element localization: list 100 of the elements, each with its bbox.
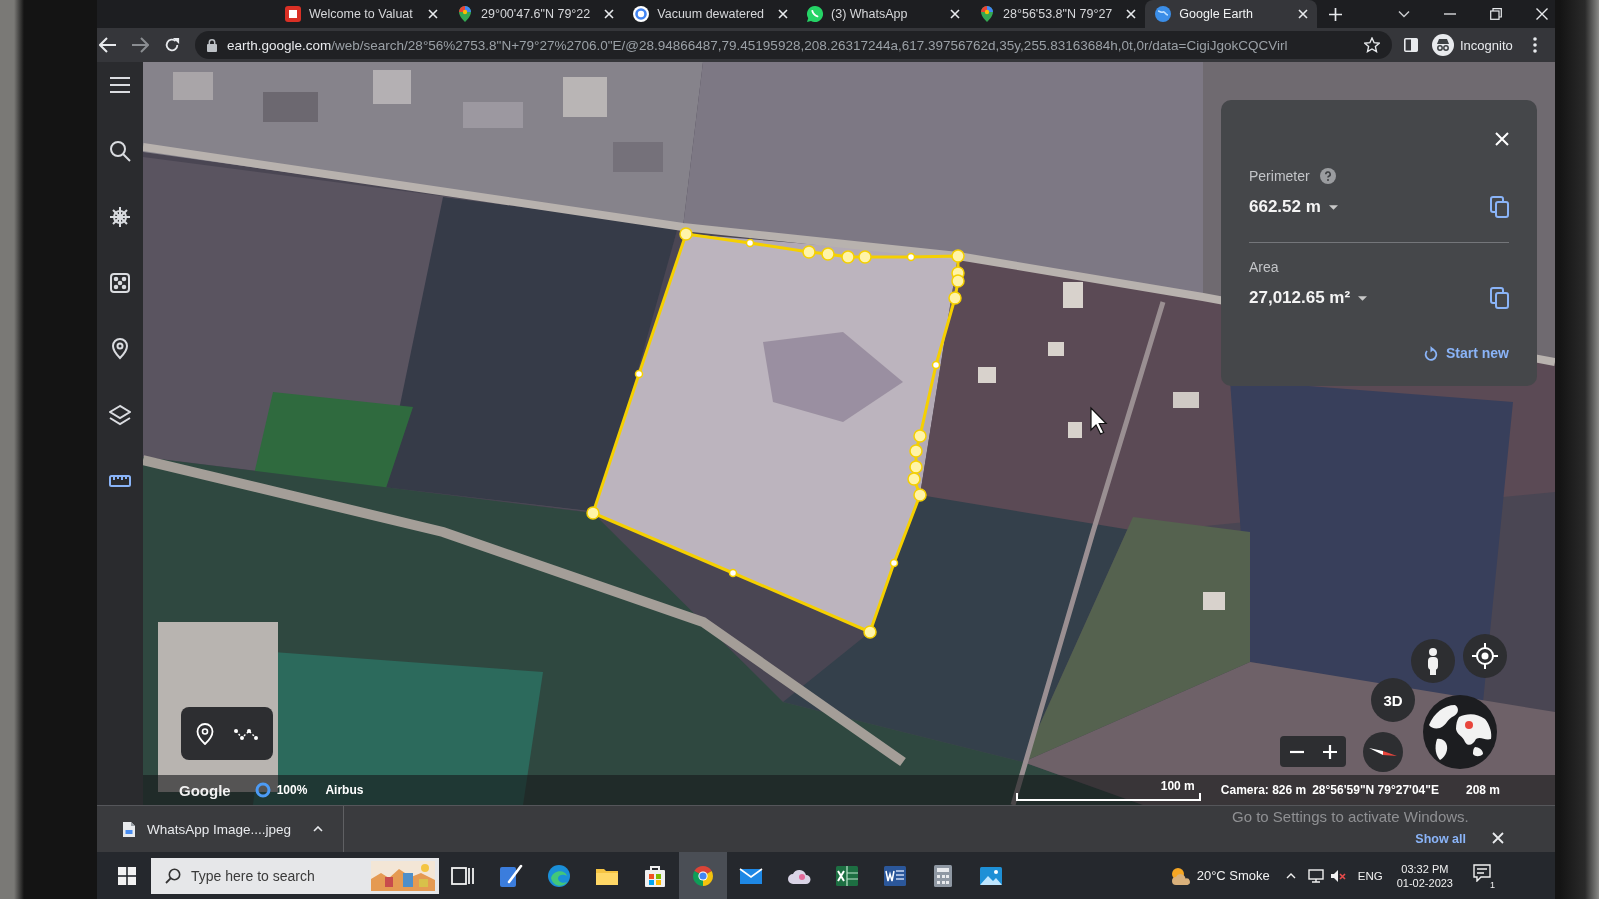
- caret-up-icon[interactable]: [313, 826, 324, 832]
- vertex-handle[interactable]: [951, 249, 965, 263]
- vertex-handle[interactable]: [863, 625, 877, 639]
- midpoint-handle[interactable]: [931, 360, 941, 370]
- building-roof: [1063, 282, 1083, 308]
- scale-label: 100 m: [1160, 779, 1195, 793]
- loading-ring-icon: [254, 782, 271, 798]
- vertex-handle[interactable]: [951, 274, 965, 288]
- vertex-handle[interactable]: [907, 472, 921, 486]
- camera-altitude: Camera: 826 m: [1220, 783, 1307, 797]
- building-roof: [1173, 392, 1199, 408]
- profile-button[interactable]: Incognito: [1432, 34, 1513, 56]
- dice-icon[interactable]: [109, 272, 131, 294]
- weather-text[interactable]: 20°C Smoke: [1196, 868, 1270, 883]
- restore-icon[interactable]: [1490, 8, 1502, 20]
- caret-icon[interactable]: [1358, 295, 1368, 301]
- show-all-button[interactable]: Show all: [1415, 832, 1466, 846]
- chevron-up-icon[interactable]: [1285, 872, 1296, 879]
- speaker-muted-icon[interactable]: [1329, 868, 1346, 883]
- clock-date[interactable]: 01-02-2023: [1396, 875, 1453, 890]
- copy-icon[interactable]: [1490, 196, 1509, 218]
- network-icon[interactable]: [1307, 868, 1324, 883]
- browser-tab[interactable]: Vacuum dewatered: [623, 0, 798, 28]
- address-bar[interactable]: earth.google.com/web/search/28°56%2753.8"N+79°27%2706.0"E/@28.94866487,79.45195928,208.26317244a,617.39756762d,35y,255.83163684h,0t,0r/data=CigiJgokCQCVirl: [195, 31, 1392, 59]
- building-roof: [373, 70, 411, 104]
- close-icon[interactable]: [1492, 832, 1504, 844]
- globe-icon: [1155, 6, 1172, 22]
- file-icon: [123, 821, 135, 837]
- close-icon[interactable]: [604, 9, 615, 19]
- side-panel-icon[interactable]: [1404, 38, 1418, 52]
- map-logo: Google: [179, 781, 231, 799]
- browser-tab[interactable]: Google Earth: [1145, 0, 1318, 28]
- vertex-handle[interactable]: [948, 291, 962, 305]
- midpoint-handle[interactable]: [634, 369, 644, 379]
- midpoint-handle[interactable]: [745, 238, 755, 248]
- globe-icon[interactable]: [1423, 695, 1497, 769]
- perimeter-label: Perimeter: [1249, 168, 1310, 184]
- vertex-handle[interactable]: [858, 250, 872, 264]
- reload-icon[interactable]: [163, 37, 181, 53]
- crosshair-icon[interactable]: [1463, 634, 1507, 678]
- vertex-handle[interactable]: [802, 245, 816, 259]
- search-icon[interactable]: [109, 140, 131, 162]
- lock-icon[interactable]: [207, 38, 217, 52]
- close-icon[interactable]: [778, 9, 789, 19]
- close-icon[interactable]: [950, 9, 961, 19]
- location-pin-icon[interactable]: [196, 722, 214, 745]
- close-icon[interactable]: [1536, 8, 1548, 20]
- midpoint-handle[interactable]: [728, 568, 738, 578]
- compass-icon[interactable]: [1363, 732, 1403, 772]
- vertex-handle[interactable]: [913, 429, 927, 443]
- tile-icon: [285, 6, 301, 22]
- url-text: earth.google.com/web/search/28°56%2753.8"N+79°27%2706.0"E/@28.94866487,79.45195928,208.26317244a,617.39756762d,35y,255.83163684h,0t,0r/data=CigiJgokCQCVirl: [227, 37, 1289, 53]
- perimeter-value: 662.52 m: [1249, 197, 1321, 217]
- camera-coordinates: 28°56'59"N 79°27'04"E: [1312, 783, 1439, 797]
- map-pin-icon[interactable]: [109, 338, 131, 360]
- chevron-down-icon[interactable]: [1398, 8, 1410, 20]
- back-icon[interactable]: [99, 37, 117, 53]
- download-item[interactable]: WhatsApp Image....jpeg: [123, 821, 292, 837]
- menu-icon[interactable]: [109, 74, 131, 96]
- four-panes-icon[interactable]: [118, 866, 136, 885]
- browser-tab[interactable]: 29°00'47.6"N 79°22: [447, 0, 624, 28]
- midpoint-handle[interactable]: [906, 252, 916, 262]
- plus-icon[interactable]: [1329, 7, 1343, 21]
- building-roof: [563, 77, 607, 117]
- vertex-handle[interactable]: [586, 506, 600, 520]
- close-icon[interactable]: [1126, 9, 1137, 19]
- clock-time[interactable]: 03:32 PM: [1401, 861, 1449, 876]
- loading-percent: 100%: [276, 783, 308, 797]
- vertex-handle[interactable]: [679, 227, 693, 241]
- building-roof: [1048, 342, 1064, 356]
- caret-icon[interactable]: [1328, 204, 1338, 210]
- dotted-path-icon[interactable]: [234, 726, 258, 741]
- vertex-handle[interactable]: [909, 460, 923, 474]
- close-icon[interactable]: [1298, 9, 1309, 19]
- help-icon[interactable]: [1319, 168, 1336, 184]
- midpoint-handle[interactable]: [889, 558, 899, 568]
- building-roof: [1068, 422, 1082, 438]
- document-icon: [883, 863, 907, 888]
- copy-icon[interactable]: [1490, 287, 1509, 309]
- vertex-handle[interactable]: [913, 488, 927, 502]
- start-new-button[interactable]: Start new: [1424, 343, 1509, 363]
- layers-icon[interactable]: [109, 404, 131, 426]
- vertex-handle[interactable]: [841, 250, 855, 264]
- vertex-handle[interactable]: [821, 247, 835, 261]
- search-box[interactable]: Type here to search: [151, 857, 439, 894]
- browser-tab[interactable]: Welcome to Valuat: [275, 0, 447, 28]
- browser-tab[interactable]: (3) WhatsApp: [797, 0, 970, 28]
- browser-tab[interactable]: 28°56'53.8"N 79°27: [969, 0, 1146, 28]
- scene-illustration-drawing: [371, 860, 435, 891]
- kebab-menu-icon[interactable]: [1532, 37, 1537, 53]
- star-icon[interactable]: [1364, 37, 1380, 53]
- ship-wheel-icon[interactable]: [109, 206, 131, 228]
- building-roof: [263, 92, 318, 122]
- vertex-handle[interactable]: [909, 444, 923, 458]
- person-icon[interactable]: [1411, 639, 1455, 683]
- close-icon[interactable]: [428, 9, 438, 19]
- spreadsheet-icon: [835, 863, 859, 888]
- search-input[interactable]: Type here to search: [191, 867, 361, 884]
- notification-icon[interactable]: [1473, 863, 1491, 882]
- language-indicator[interactable]: ENG: [1357, 869, 1383, 882]
